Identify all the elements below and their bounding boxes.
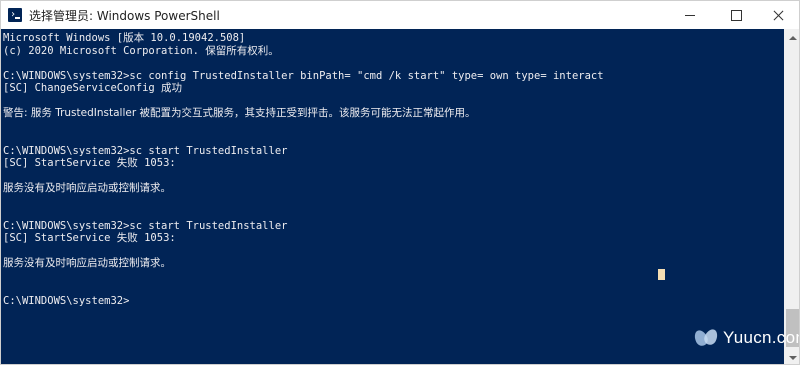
title-bar[interactable]: › 选择管理员: Windows PowerShell: [1, 1, 799, 29]
minimize-icon: [685, 14, 695, 16]
watermark-text: Yuucn.com: [723, 328, 799, 347]
close-button[interactable]: [755, 1, 799, 29]
arrow-up-icon: [788, 35, 797, 40]
console-line: [SC] ChangeServiceConfig 成功: [3, 82, 183, 94]
text-cursor: [658, 269, 665, 280]
console-output[interactable]: Microsoft Windows [版本 10.0.19042.508] (c)…: [1, 29, 784, 364]
arrow-down-icon: [788, 355, 797, 360]
maximize-icon: [730, 9, 742, 21]
console-line: C:\WINDOWS\system32>sc start TrustedInst…: [3, 219, 288, 232]
console-line: 服务没有及时响应启动或控制请求。: [3, 182, 171, 194]
scroll-down-button[interactable]: [784, 349, 799, 364]
console-line: (c) 2020 Microsoft Corporation. 保留所有权利。: [3, 44, 279, 57]
console-line: Microsoft Windows [版本 10.0.19042.508]: [3, 32, 246, 44]
watermark: Yuucn.com: [692, 327, 799, 349]
console-line: C:\WINDOWS\system32>sc config TrustedIns…: [3, 69, 604, 82]
vertical-scrollbar[interactable]: [784, 29, 799, 364]
scroll-up-button[interactable]: [784, 29, 799, 46]
watermark-logo-icon: [692, 327, 721, 349]
window-title: 选择管理员: Windows PowerShell: [29, 9, 220, 23]
console-line: C:\WINDOWS\system32>sc start TrustedInst…: [3, 144, 288, 157]
console-line: C:\WINDOWS\system32>: [3, 294, 130, 307]
console-line: 警告: 服务 TrustedInstaller 被配置为交互式服务，其支持正受到…: [3, 107, 476, 119]
console-line: [SC] StartService 失败 1053:: [3, 232, 176, 244]
console-line: [SC] StartService 失败 1053:: [3, 157, 176, 169]
minimize-button[interactable]: [667, 1, 713, 29]
console-lines: Microsoft Windows [版本 10.0.19042.508] (c)…: [3, 32, 604, 307]
maximize-button[interactable]: [713, 1, 759, 29]
powershell-window: › 选择管理员: Windows PowerShell Microsoft Wi…: [0, 0, 800, 365]
powershell-icon[interactable]: ›: [8, 8, 22, 22]
console-line: 服务没有及时响应启动或控制请求。: [3, 257, 171, 269]
close-icon: [773, 10, 784, 21]
